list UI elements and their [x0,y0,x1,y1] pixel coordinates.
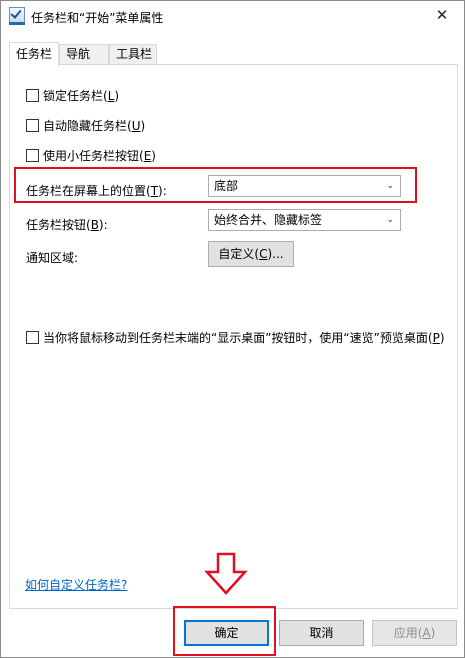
position-dropdown[interactable]: 底部 ⌄ [208,175,401,197]
small-buttons-option[interactable]: 使用小任务栏按钮(E) [26,148,156,164]
tab-navigation[interactable]: 导航 [59,44,109,64]
taskbar-properties-dialog: 任务栏和“开始”菜单属性 ✕ 任务栏 导航 工具栏 锁定任务栏(L) 自动隐藏任… [0,0,465,658]
auto-hide-option[interactable]: 自动隐藏任务栏(U) [26,118,145,134]
apply-button-text: 应用( [393,626,423,640]
close-icon[interactable]: ✕ [430,4,454,26]
taskbar-buttons-label-text: 任务栏按钮( [26,218,91,232]
peek-accesskey: P [432,331,440,345]
taskbar-buttons-accesskey: B [90,218,99,232]
peek-option[interactable]: 当你将鼠标移动到任务栏末端的“显示桌面”按钮时，使用“速览”预览桌面(P) [26,330,445,346]
chevron-down-icon: ⌄ [386,181,394,191]
position-label-text: 任务栏在屏幕上的位置( [26,184,151,198]
taskbar-buttons-selected-value: 始终合并、隐藏标签 [214,213,323,227]
cancel-button[interactable]: 取消 [279,620,364,646]
apply-button-text-end: ) [430,626,436,640]
taskbar-buttons-dropdown[interactable]: 始终合并、隐藏标签 ⌄ [208,209,401,231]
help-customize-taskbar-link[interactable]: 如何自定义任务栏? [25,576,127,593]
small-buttons-checkbox[interactable] [26,149,39,162]
customize-button-text-end: )... [267,247,284,261]
window-title: 任务栏和“开始”菜单属性 [31,11,164,25]
lock-taskbar-option[interactable]: 锁定任务栏(L) [26,88,119,104]
peek-label: 当你将鼠标移动到任务栏末端的“显示桌面”按钮时，使用“速览”预览桌面( [43,331,433,345]
tab-taskbar[interactable]: 任务栏 [9,42,59,66]
position-label-end: ): [158,184,167,198]
ok-button[interactable]: 确定 [184,620,269,646]
taskbar-buttons-label: 任务栏按钮(B): [26,216,108,233]
lock-taskbar-checkbox[interactable] [26,89,39,102]
tab-toolbars[interactable]: 工具栏 [109,44,157,64]
lock-taskbar-label-end: ) [114,89,120,103]
down-arrow-icon [204,552,248,595]
taskbar-buttons-label-end: ): [98,218,108,232]
small-buttons-label-end: ) [151,149,156,163]
chevron-down-icon: ⌄ [386,215,394,225]
apply-button-accesskey: A [422,626,431,640]
position-accesskey: T [150,184,159,198]
apply-button[interactable]: 应用(A) [372,620,457,646]
customize-notification-button[interactable]: 自定义(C)... [208,241,294,267]
taskbar-settings-icon [9,7,25,23]
auto-hide-label: 自动隐藏任务栏( [43,119,132,133]
auto-hide-checkbox[interactable] [26,119,39,132]
taskbar-settings-icon-bar [9,22,25,25]
lock-taskbar-label: 锁定任务栏( [43,89,108,103]
peek-checkbox[interactable] [26,331,39,344]
notification-area-label: 通知区域: [26,251,79,265]
title-bar: 任务栏和“开始”菜单属性 ✕ [1,1,464,32]
position-selected-value: 底部 [214,179,239,193]
position-label: 任务栏在屏幕上的位置(T): [26,182,167,199]
taskbar-tab-panel: 锁定任务栏(L) 自动隐藏任务栏(U) 使用小任务栏按钮(E) 任务栏在屏幕上的… [9,64,458,609]
small-buttons-label: 使用小任务栏按钮( [43,149,144,163]
auto-hide-label-end: ) [140,119,146,133]
peek-label-end: ) [439,331,445,345]
customize-button-text: 自定义( [218,247,260,261]
